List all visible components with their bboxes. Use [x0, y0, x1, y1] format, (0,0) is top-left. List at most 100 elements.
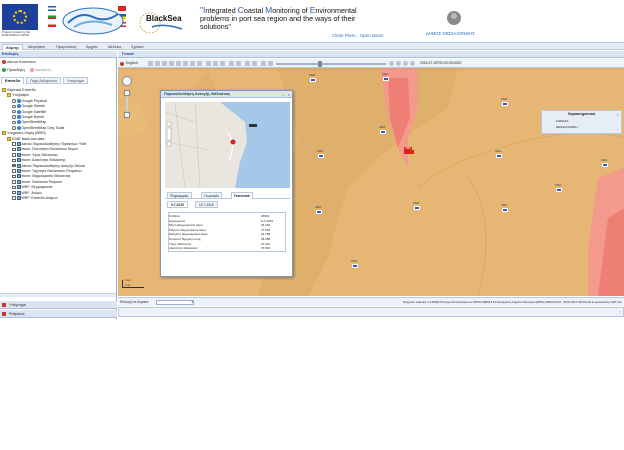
pan-tool-icon[interactable] [148, 61, 153, 66]
map-tab[interactable]: Γενικά [122, 51, 134, 58]
save-icon[interactable] [252, 61, 257, 66]
map-toolbar: English 2015-07-09T22:00:00.000Z [118, 59, 624, 68]
radio-button[interactable] [12, 109, 16, 114]
popup-minimap[interactable] [165, 102, 290, 188]
select-icon[interactable] [197, 61, 202, 66]
checkbox[interactable] [12, 196, 16, 200]
menu-files[interactable]: Αρχεία [83, 44, 100, 50]
remove-button[interactable]: Αφαίρεση [30, 67, 51, 74]
checkbox[interactable] [12, 158, 16, 163]
folder-icon[interactable] [2, 88, 6, 93]
settings-panel-header[interactable]: Ρυθμίσεις [0, 310, 117, 318]
expand-icon[interactable]: › [620, 309, 621, 314]
time-slider-handle[interactable] [318, 60, 322, 67]
checkbox[interactable] [12, 185, 16, 190]
checkbox[interactable] [12, 169, 16, 173]
station-marker[interactable] [502, 102, 508, 106]
remove-icon [30, 68, 34, 72]
menu-forecasts[interactable]: Προγνώσεις [53, 44, 79, 50]
station-marker[interactable] [602, 163, 608, 167]
checkbox[interactable] [12, 174, 16, 179]
checkbox-checked[interactable] [12, 163, 16, 168]
close-icon[interactable]: × [288, 92, 290, 97]
tab-legend[interactable]: Υπόμνημα [63, 77, 88, 84]
municipality-name: ΔΗΜΟΣ ΘΕΣΣΑΛΟΝΙΚΗΣ [426, 31, 475, 36]
scale-select[interactable]: ▾ [156, 300, 194, 305]
tab-data-source[interactable]: Πηγή Δεδομένων [26, 77, 62, 84]
next-view-icon[interactable] [183, 61, 188, 66]
checkbox[interactable] [12, 180, 16, 184]
menu-map[interactable]: Χάρτης [2, 44, 24, 50]
close-icon[interactable]: × [617, 112, 619, 117]
horizontal-scrollbar[interactable] [0, 293, 116, 297]
radio-button[interactable] [12, 104, 16, 109]
folder-icon[interactable] [7, 136, 11, 141]
previous-view-icon[interactable] [176, 61, 181, 66]
radio-button[interactable] [12, 115, 16, 119]
edit-icon[interactable] [236, 61, 241, 66]
mirror-network-row[interactable]: Δίκτυο Κατόπτων [2, 59, 36, 66]
folder-icon[interactable] [2, 131, 6, 136]
menu-studies[interactable]: Μελέτες [105, 44, 124, 50]
print-icon[interactable] [245, 61, 250, 66]
menu-about[interactable]: Σχετικά [128, 44, 146, 50]
zoom-in-tool-icon[interactable] [155, 61, 160, 66]
tab-statistics[interactable]: Στατιστικά [231, 192, 253, 199]
stop-icon[interactable] [410, 61, 415, 66]
station-marker[interactable] [502, 208, 508, 212]
tree-item-label: Υπηρεσίες Χάρτη (WMS) [7, 131, 46, 136]
radio-button[interactable] [12, 99, 16, 103]
tab-layers[interactable]: Επίπεδα [1, 77, 24, 84]
legend-panel-header[interactable]: Υπόμνημα [0, 301, 117, 309]
station-marker[interactable] [414, 206, 420, 210]
station-marker[interactable] [352, 264, 358, 268]
radio-button[interactable] [12, 126, 16, 130]
folder-icon[interactable] [7, 93, 11, 98]
language-switch[interactable]: English [126, 59, 138, 68]
checkbox[interactable] [12, 142, 16, 146]
step-back-icon[interactable] [389, 61, 394, 66]
tree-item[interactable]: WRF: Επίπεδο Ανέμων [12, 195, 58, 201]
checkbox[interactable] [12, 190, 16, 195]
checkbox[interactable] [12, 153, 16, 157]
step-forward-icon[interactable] [403, 61, 408, 66]
measure-length-icon[interactable] [213, 61, 218, 66]
chart-icon[interactable] [206, 61, 211, 66]
refresh-icon[interactable] [261, 61, 266, 66]
zoom-in-button[interactable] [124, 90, 130, 96]
pan-control[interactable] [122, 76, 132, 86]
station-marker[interactable] [383, 77, 389, 81]
station-marker[interactable] [318, 154, 324, 158]
zoom-slider[interactable] [126, 97, 128, 111]
station-marker[interactable] [380, 130, 386, 134]
selected-station-label[interactable]: UMA [404, 147, 412, 150]
add-button[interactable]: Προσθήκη [2, 67, 25, 74]
full-extent-icon[interactable] [169, 61, 174, 66]
play-icon[interactable] [396, 61, 401, 66]
measure-area-icon[interactable] [220, 61, 225, 66]
checkbox[interactable] [12, 147, 16, 152]
station-marker[interactable] [316, 210, 322, 214]
left-panel: Επιλογές Δίκτυο Κατόπτων Προσθήκη Αφαίρε… [0, 51, 117, 319]
date-tab-1[interactable]: 9-7-2015 [167, 201, 188, 208]
radio-button[interactable] [12, 120, 16, 125]
station-marker[interactable] [496, 154, 502, 158]
minimize-icon[interactable]: – [282, 92, 284, 97]
tab-info[interactable]: Πληροφορίες [167, 192, 192, 199]
zoom-out-tool-icon[interactable] [162, 61, 167, 66]
draw-icon[interactable] [229, 61, 234, 66]
date-tab-2[interactable]: 10-7-2015 [195, 201, 218, 208]
tree-item-label: ekom: Θερμοκρασία Θάλασσας [21, 174, 71, 179]
menu-measurements[interactable]: Μετρήσεις [25, 44, 48, 50]
clock-icon[interactable] [268, 61, 273, 66]
station-marker[interactable] [556, 188, 562, 192]
black-sea-basin-logo [62, 7, 124, 35]
tree-item-label: ICME black sea data [12, 136, 45, 141]
identify-icon[interactable] [190, 61, 195, 66]
tab-geometry[interactable]: Γεωμετρία [201, 192, 222, 199]
station-popup: Παρακολούθηση Ακτογής Θάλασσας – × Πληρο… [160, 90, 293, 277]
time-slider[interactable] [276, 62, 386, 65]
zoom-out-button[interactable] [124, 112, 130, 118]
tree-item-label: Δίκτυο Παρακολούθησης Ακτογής Θάλασ [21, 163, 86, 168]
station-marker[interactable] [310, 78, 316, 82]
